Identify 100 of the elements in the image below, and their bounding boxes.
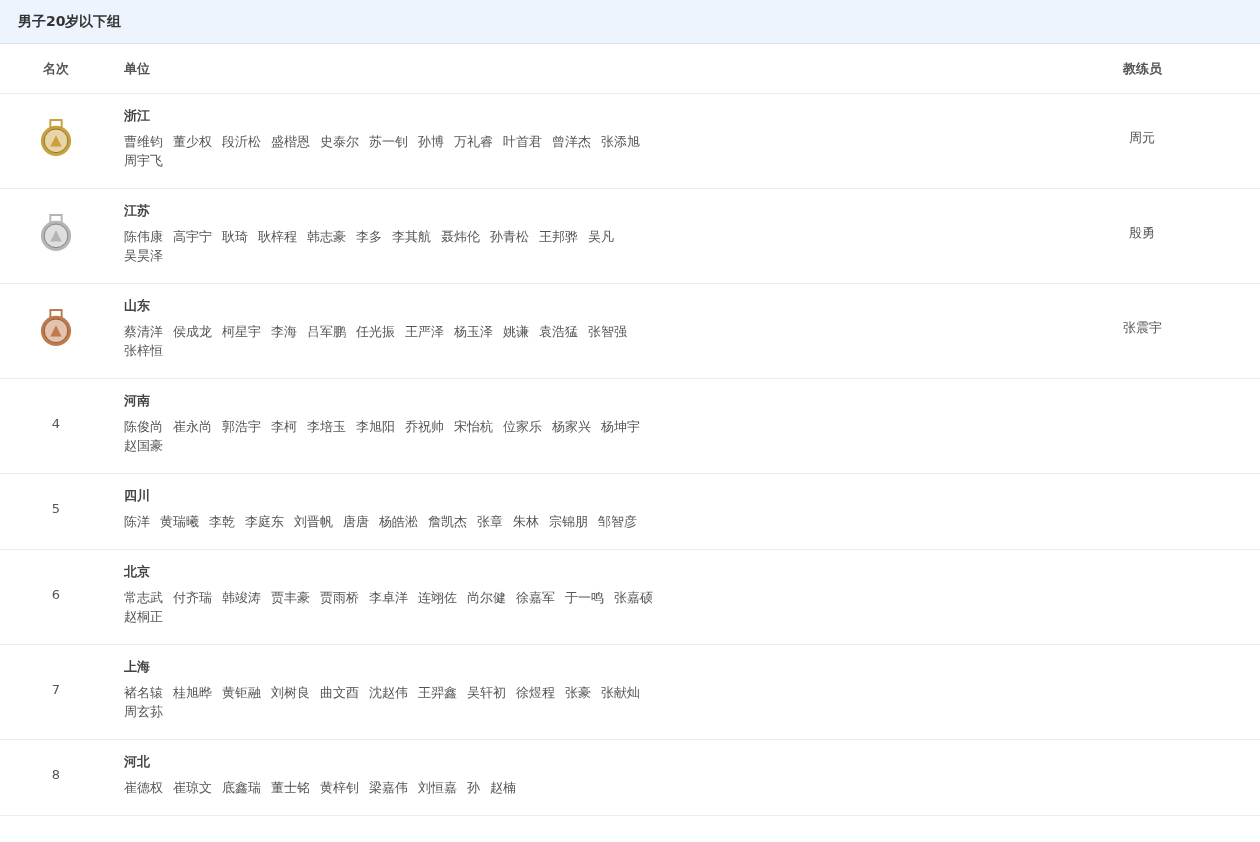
member-name: 乔祝帅	[405, 418, 444, 436]
member-name: 赵桐正	[124, 608, 163, 626]
member-name: 李多	[356, 228, 382, 246]
member-name: 曹维钧	[124, 133, 163, 151]
member-name: 张添旭	[601, 133, 640, 151]
member-name: 位家乐	[503, 418, 542, 436]
column-header: 教练员	[1122, 59, 1162, 78]
member-name: 邹智彦	[598, 513, 637, 531]
team-name: 四川	[124, 487, 151, 505]
member-name: 唐唐	[343, 513, 369, 531]
member-name: 李庭东	[245, 513, 284, 531]
member-name: 吴凡	[588, 228, 614, 246]
member-name: 褚名辕	[124, 684, 163, 702]
member-name: 韩志豪	[307, 228, 346, 246]
member-name: 张梓恒	[124, 342, 163, 360]
member-name: 李卓洋	[369, 589, 408, 607]
column-header: 名次	[43, 59, 69, 78]
member-name: 陈洋	[124, 513, 150, 531]
rank-number: 4	[51, 415, 61, 431]
member-name: 贾雨桥	[320, 589, 359, 607]
coach-name: 张震宇	[1122, 319, 1162, 337]
member-name: 底鑫瑞	[222, 779, 261, 797]
member-name: 杨皓淞	[379, 513, 418, 531]
member-name: 黄瑞曦	[160, 513, 199, 531]
member-name: 周宇飞	[124, 152, 163, 170]
member-name: 赵国豪	[124, 437, 163, 455]
member-name: 史泰尔	[320, 133, 359, 151]
member-name: 叶首君	[503, 133, 542, 151]
member-name: 曲文酉	[320, 684, 359, 702]
team-name: 江苏	[124, 202, 151, 220]
member-name: 张章	[477, 513, 503, 531]
member-name: 李旭阳	[356, 418, 395, 436]
member-name: 朱林	[513, 513, 539, 531]
team-name: 上海	[124, 658, 151, 676]
member-name: 耿梓程	[258, 228, 297, 246]
member-name: 王邦骅	[539, 228, 578, 246]
member-name: 陈俊尚	[124, 418, 163, 436]
member-name: 张嘉硕	[614, 589, 653, 607]
member-name: 李海	[271, 323, 297, 341]
member-name: 柯星宇	[222, 323, 261, 341]
member-name: 刘晋帆	[294, 513, 333, 531]
rank-number: 7	[51, 681, 61, 697]
member-name: 沈赵伟	[369, 684, 408, 702]
member-name: 杨坤宇	[601, 418, 640, 436]
member-name: 孙青松	[490, 228, 529, 246]
member-name: 郭浩宇	[222, 418, 261, 436]
member-name: 张豪	[565, 684, 591, 702]
member-name: 于一鸣	[565, 589, 604, 607]
member-name: 蔡清洋	[124, 323, 163, 341]
member-name: 刘树良	[271, 684, 310, 702]
member-name: 赵楠	[490, 779, 516, 797]
member-name: 李培玉	[307, 418, 346, 436]
rank-number: 5	[51, 501, 61, 516]
member-name: 李其航	[392, 228, 431, 246]
rank-number: 6	[51, 586, 61, 602]
member-name: 侯成龙	[173, 323, 212, 341]
member-name: 徐煜程	[516, 684, 555, 702]
member-name: 杨玉泽	[454, 323, 493, 341]
member-name: 黄梓钊	[320, 779, 359, 797]
team-name: 山东	[124, 297, 151, 315]
member-name: 周玄荪	[124, 703, 163, 721]
group-title: 男子20岁以下组	[18, 12, 122, 31]
team-name: 浙江	[124, 107, 151, 125]
member-name: 张智强	[588, 323, 627, 341]
member-name: 崔德权	[124, 779, 163, 797]
member-name: 万礼睿	[454, 133, 493, 151]
member-name: 董少权	[173, 133, 212, 151]
coach-name: 殷勇	[1129, 224, 1155, 242]
member-name: 段沂松	[222, 133, 261, 151]
member-name: 崔永尚	[173, 418, 212, 436]
member-name: 聂炜伦	[441, 228, 480, 246]
member-name: 孙博	[418, 133, 444, 151]
member-name: 付齐瑞	[173, 589, 212, 607]
member-name: 崔琼文	[173, 779, 212, 797]
member-name: 盛楷恩	[271, 133, 310, 151]
member-name: 连翊佐	[418, 589, 457, 607]
member-name: 吕军鹏	[307, 323, 346, 341]
member-name: 黄钜融	[222, 684, 261, 702]
member-name: 徐嘉军	[516, 589, 555, 607]
member-name: 姚谦	[503, 323, 529, 341]
member-name: 贾丰豪	[271, 589, 310, 607]
member-name: 孙	[467, 779, 480, 797]
member-name: 吴轩初	[467, 684, 506, 702]
member-name: 桂旭晔	[173, 684, 212, 702]
member-name: 董士铭	[271, 779, 310, 797]
member-name: 李柯	[271, 418, 297, 436]
member-name: 王严泽	[405, 323, 444, 341]
member-name: 高宇宁	[173, 228, 212, 246]
team-name: 河北	[124, 753, 151, 771]
member-name: 耿琦	[222, 228, 248, 246]
team-name: 北京	[124, 563, 151, 581]
member-name: 袁浩猛	[539, 323, 578, 341]
member-name: 陈伟康	[124, 228, 163, 246]
member-name: 尚尔健	[467, 589, 506, 607]
member-name: 刘恒嘉	[418, 779, 457, 797]
member-name: 宗锦朋	[549, 513, 588, 531]
column-header: 单位	[124, 60, 150, 76]
member-name: 吴昊泽	[124, 247, 163, 265]
member-name: 韩竣涛	[222, 589, 261, 607]
member-name: 苏一钊	[369, 133, 408, 151]
